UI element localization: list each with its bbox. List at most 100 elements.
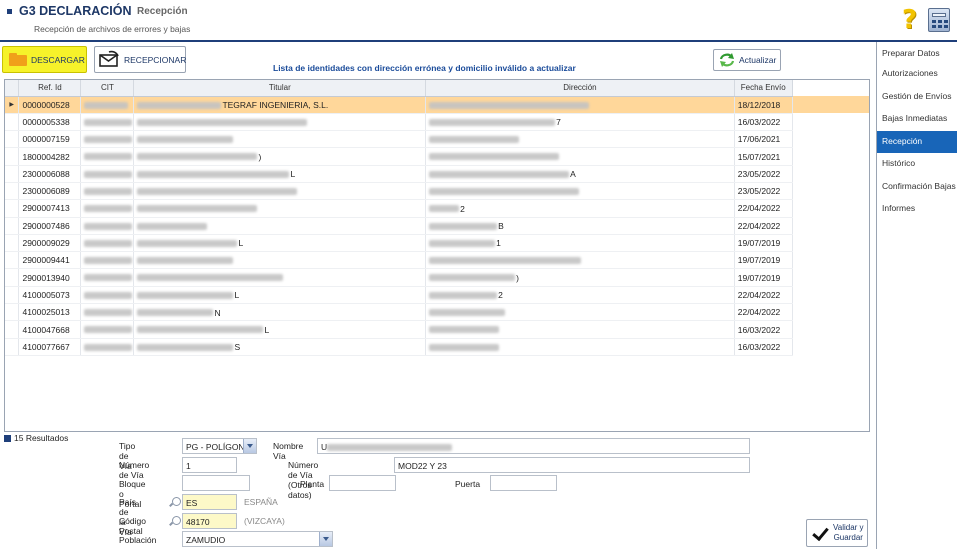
cell-direccion: [425, 130, 735, 149]
bloque-input[interactable]: [182, 475, 250, 491]
column-header-titular[interactable]: Titular: [133, 80, 427, 97]
validar-line1: Validar y: [833, 523, 864, 532]
cell-fecha: 19/07/2019: [734, 251, 793, 270]
table-row[interactable]: 2900009441 19/07/2019: [5, 251, 869, 270]
numero-via-input[interactable]: 1: [182, 457, 237, 473]
table-row[interactable]: 2300006088 L A 23/05/2022: [5, 165, 869, 183]
cell-filler: [792, 286, 869, 303]
identities-grid[interactable]: Ref. Id CIT Titular Dirección Fecha Enví…: [4, 79, 870, 432]
table-row[interactable]: 2900007486 B 22/04/2022: [5, 217, 869, 235]
cell-cit: [80, 338, 135, 356]
codigo-postal-search-icon[interactable]: [172, 516, 181, 525]
table-row[interactable]: 4100025013 N 22/04/2022: [5, 303, 869, 322]
redacted-text: [137, 274, 284, 282]
table-row[interactable]: 2900013940) 19/07/2019: [5, 268, 869, 287]
table-row[interactable]: 4100005073 L 2 22/04/2022: [5, 286, 869, 305]
redacted-text: [84, 326, 133, 334]
redacted-text: [429, 222, 498, 230]
cell-titular-tail: L: [234, 290, 240, 301]
combo-arrow-icon[interactable]: [243, 439, 256, 453]
codigo-postal-input[interactable]: 48170: [182, 513, 237, 529]
cell-filler: [792, 96, 869, 114]
redacted-text: [84, 205, 133, 213]
results-expand-icon[interactable]: [4, 434, 11, 442]
codigo-postal-label: Código Postal: [119, 516, 146, 536]
codigo-postal-province: (VIZCAYA): [244, 516, 285, 526]
redacted-text: [84, 153, 133, 161]
redacted-text: [429, 170, 570, 178]
numero-otros-input[interactable]: MOD22 Y 23: [394, 457, 750, 473]
sidebar-item-informes[interactable]: Informes: [877, 198, 957, 221]
cell-direccion-tail: 2: [460, 203, 465, 214]
table-row[interactable]: ▶ 0000000528 TEGRAF INGENIERIA, S.L. 18/12/…: [5, 96, 869, 114]
row-indicator-icon: [5, 251, 20, 270]
table-row[interactable]: 2300006089 23/05/2022: [5, 182, 869, 201]
redacted-text: [429, 239, 496, 247]
cell-ref: 4100047668: [18, 320, 82, 339]
descargar-button[interactable]: DESCARGAR: [2, 46, 87, 73]
redacted-text: [84, 101, 129, 109]
redacted-text: [429, 101, 590, 109]
sidebar-item-autorizaciones[interactable]: Autorizaciones: [877, 63, 957, 86]
poblacion-select[interactable]: ZAMUDIO: [182, 531, 333, 547]
cell-titular: [133, 268, 427, 287]
table-row[interactable]: 4100047668 L 16/03/2022: [5, 320, 869, 339]
validar-guardar-button[interactable]: Validar y Guardar: [806, 519, 868, 547]
table-row[interactable]: 1800004282) 15/07/2021: [5, 147, 869, 166]
puerta-input[interactable]: [490, 475, 557, 491]
planta-input[interactable]: [329, 475, 396, 491]
row-indicator-icon: [5, 182, 20, 201]
row-indicator-icon: [5, 113, 20, 132]
redacted-text: [429, 205, 460, 213]
cell-fecha: 16/03/2022: [734, 338, 793, 356]
table-row[interactable]: 2900007413 2 22/04/2022: [5, 199, 869, 218]
cell-titular: [133, 130, 427, 149]
sidebar-item-recepcion[interactable]: Recepción: [877, 130, 957, 153]
mail-icon: [98, 50, 120, 70]
check-icon: [811, 524, 829, 542]
redacted-text: [137, 326, 264, 334]
column-header-fecha[interactable]: Fecha Envío: [734, 80, 793, 97]
redacted-text: [429, 257, 582, 265]
cell-titular: L: [133, 234, 427, 253]
sidebar-item-bajas-inmediatas[interactable]: Bajas Inmediatas: [877, 108, 957, 131]
cell-filler: [792, 131, 869, 148]
cell-fecha: 22/04/2022: [734, 217, 793, 235]
table-row[interactable]: 4100077667 S 16/03/2022: [5, 338, 869, 356]
cell-cit: [80, 147, 135, 166]
redacted-text: [429, 274, 516, 282]
poblacion-value: ZAMUDIO: [186, 535, 226, 545]
redacted-text: [84, 222, 133, 230]
column-header-direccion[interactable]: Dirección: [425, 80, 735, 97]
sidebar-item-confirmacion-bajas[interactable]: Confirmación Bajas: [877, 176, 957, 199]
redacted-text: [429, 309, 506, 317]
calculator-icon[interactable]: [928, 8, 950, 32]
tipo-via-select[interactable]: PG - POLÍGONC: [182, 438, 257, 454]
pais-name: ESPAÑA: [244, 497, 278, 507]
table-row[interactable]: 0000005338 7 16/03/2022: [5, 113, 869, 132]
column-header-cit[interactable]: CIT: [80, 80, 135, 97]
pais-search-icon[interactable]: [172, 497, 181, 506]
cell-ref: 2900013940: [18, 268, 82, 287]
column-header-ref[interactable]: Ref. Id: [18, 80, 82, 97]
redacted-text: [429, 343, 500, 351]
table-row[interactable]: 0000007159 17/06/2021: [5, 130, 869, 149]
nombre-via-input[interactable]: U: [317, 438, 750, 454]
cell-direccion: [425, 320, 735, 339]
pais-input[interactable]: ES: [182, 494, 237, 510]
sidebar-item-gestion-envios[interactable]: Gestión de Envíos: [877, 86, 957, 109]
redacted-text: [137, 257, 234, 265]
cell-filler: [792, 304, 869, 321]
redacted-text: [429, 153, 560, 161]
cell-titular: L: [133, 286, 427, 305]
help-icon[interactable]: ?: [902, 7, 918, 33]
cell-fecha: 22/04/2022: [734, 199, 793, 218]
sidebar-item-preparar-datos[interactable]: Preparar Datos: [877, 42, 957, 63]
sidebar-item-historico[interactable]: Histórico: [877, 153, 957, 176]
results-label: 15 Resultados: [14, 433, 69, 443]
recepcionar-button[interactable]: RECEPCIONAR: [94, 46, 186, 73]
combo-arrow-icon[interactable]: [319, 532, 332, 546]
puerta-label: Puerta: [455, 479, 481, 489]
table-row[interactable]: 2900009029 L 1 19/07/2019: [5, 234, 869, 253]
actualizar-button[interactable]: Actualizar: [713, 49, 781, 71]
